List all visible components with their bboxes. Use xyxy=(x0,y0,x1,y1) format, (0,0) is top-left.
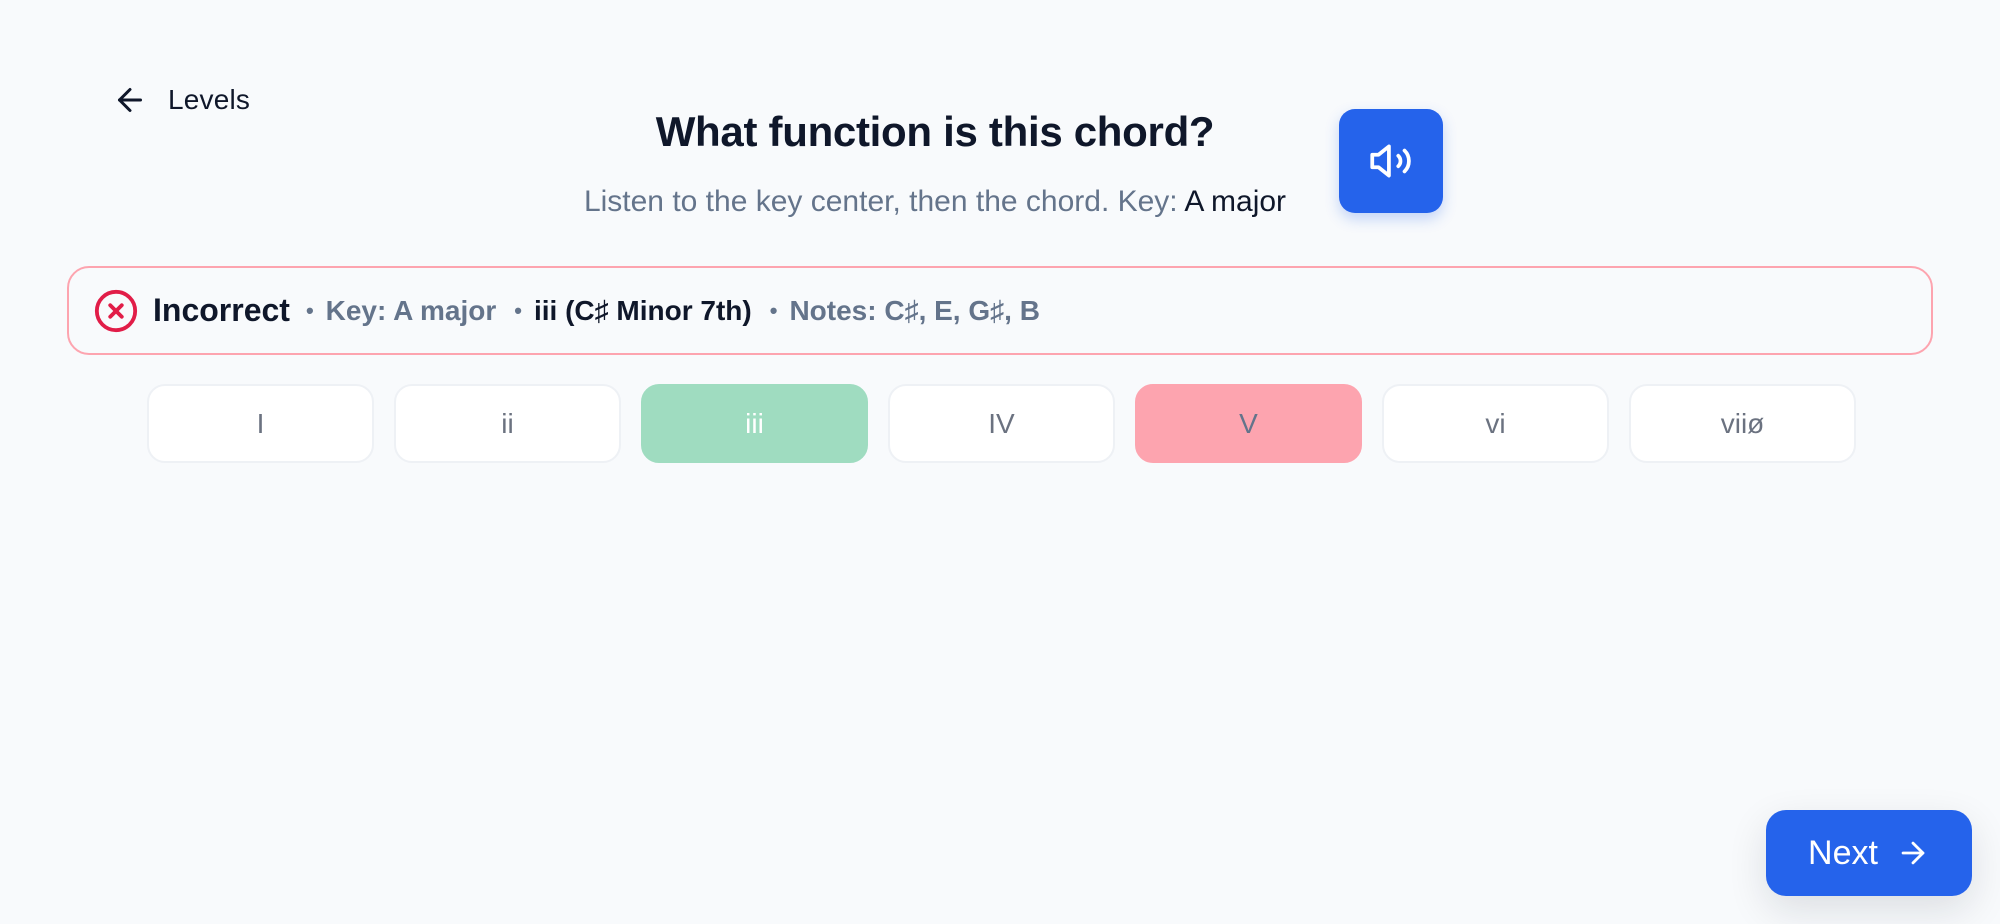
next-label: Next xyxy=(1808,833,1878,872)
exercise-page: Levels What function is this chord? List… xyxy=(0,0,2000,924)
separator-dot: • xyxy=(514,297,522,323)
speaker-icon xyxy=(1370,144,1411,178)
option-IV[interactable]: IV xyxy=(888,384,1115,463)
option-ii[interactable]: ii xyxy=(394,384,621,463)
feedback-status: Incorrect xyxy=(153,292,290,328)
x-circle-icon xyxy=(94,289,138,332)
option-I[interactable]: I xyxy=(147,384,374,463)
feedback-key: • Key: A major xyxy=(306,295,496,327)
subtitle-text: Listen to the key center, then the chord… xyxy=(583,185,1185,218)
separator-dot: • xyxy=(305,297,314,323)
play-audio-button[interactable] xyxy=(1339,109,1443,213)
page-title: What function is this chord? xyxy=(655,108,1215,155)
feedback-chord: • iii (C♯ Minor 7th) xyxy=(514,295,751,327)
next-button[interactable]: Next xyxy=(1766,810,1972,896)
option-V-selected-wrong[interactable]: V xyxy=(1135,384,1362,463)
feedback-notes: • Notes: C♯, E, G♯, B xyxy=(770,295,1040,327)
subtitle-key: A major xyxy=(1184,185,1287,218)
option-viio[interactable]: viiø xyxy=(1629,384,1856,463)
feedback-banner: Incorrect • Key: A major • iii (C♯ Minor 7… xyxy=(67,266,1933,355)
page-subtitle: Listen to the key center, then the chord… xyxy=(0,185,1870,219)
answer-options: I ii iii IV V vi viiø xyxy=(147,384,1856,463)
separator-dot: • xyxy=(769,297,778,323)
option-iii-correct[interactable]: iii xyxy=(641,384,868,463)
feedback-chord-text: iii (C♯ Minor 7th) xyxy=(533,294,752,326)
option-vi[interactable]: vi xyxy=(1382,384,1609,463)
feedback-notes-text: Notes: C♯, E, G♯, B xyxy=(789,294,1040,326)
feedback-key-text: Key: A major xyxy=(325,294,497,326)
arrow-right-icon xyxy=(1901,841,1925,865)
